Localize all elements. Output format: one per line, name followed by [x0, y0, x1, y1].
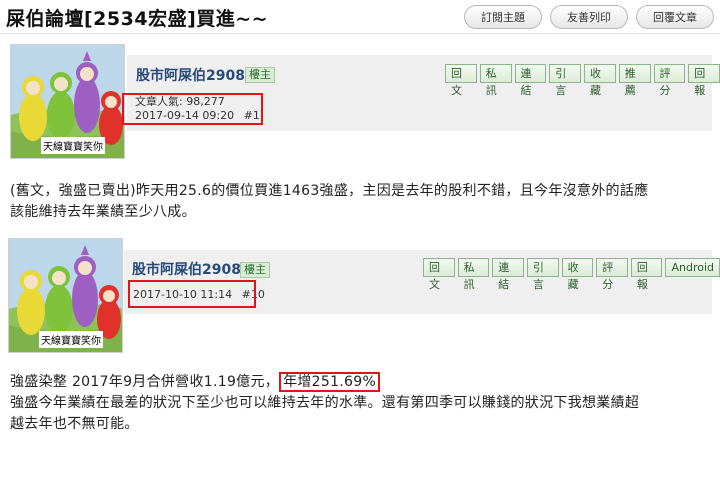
avatar[interactable]: 天線寶寶笑你 [8, 238, 123, 353]
post-2: 天線寶寶笑你 股市阿屎伯2908 樓主 回文 私訊 連結 引言 收藏 評分 回報… [0, 0, 720, 479]
op-badge: 樓主 [240, 262, 270, 278]
post-content: 強盛染整 2017年9月合併營收1.19億元， 年增251.69% 強盛今年業績在… [10, 372, 710, 435]
revenue-text: 強盛染整 2017年9月合併營收1.19億元， [10, 374, 280, 390]
content-line: 強盛染整 2017年9月合併營收1.19億元， 年增251.69% [10, 372, 710, 393]
growth-highlight: 年增251.69% [279, 372, 381, 392]
content-line: 強盛今年業績在最差的狀況下至少也可以維持去年的水準。還有第四季可以賺錢的狀況下我… [10, 395, 640, 411]
annotation-box [128, 280, 256, 308]
favorite-button[interactable]: 收藏 [561, 258, 594, 291]
post-actions: 回文 私訊 連結 引言 收藏 評分 回報 Android [423, 258, 720, 291]
content-line: 越去年也不無可能。 [10, 416, 139, 432]
quote-button[interactable]: 引言 [526, 258, 559, 291]
reply-post-button[interactable]: 回文 [423, 258, 455, 291]
report-button[interactable]: 回報 [630, 258, 663, 291]
avatar-caption: 天線寶寶笑你 [39, 331, 103, 348]
link-button[interactable]: 連結 [492, 258, 524, 291]
author-name[interactable]: 股市阿屎伯2908 [132, 259, 241, 279]
message-button[interactable]: 私訊 [457, 258, 490, 291]
android-badge[interactable]: Android [665, 258, 720, 277]
rate-button[interactable]: 評分 [596, 258, 628, 291]
